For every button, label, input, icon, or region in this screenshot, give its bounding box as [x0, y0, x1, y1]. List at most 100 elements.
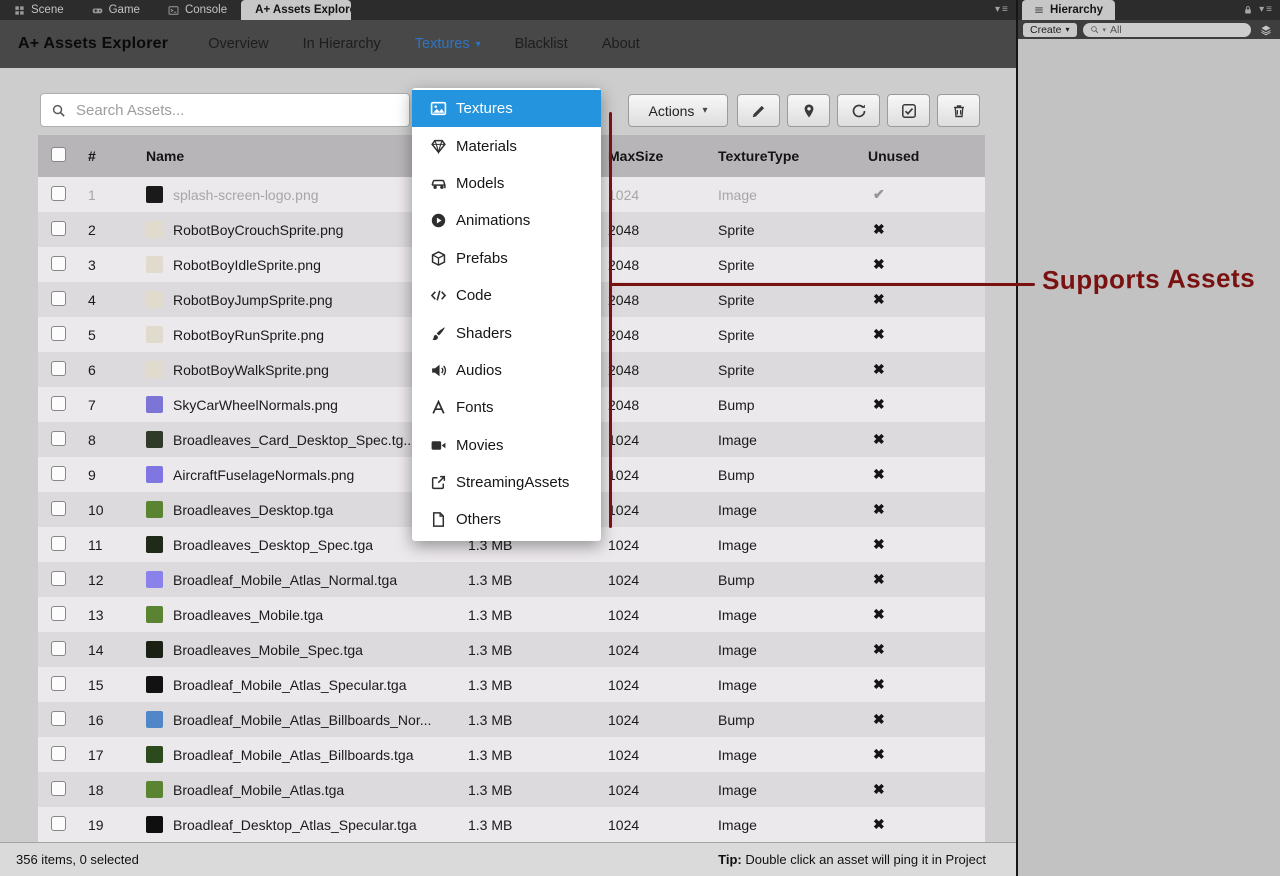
row-checkbox[interactable]	[51, 781, 66, 796]
brush-icon	[430, 325, 447, 342]
table-row[interactable]: 15Broadleaf_Mobile_Atlas_Specular.tga1.3…	[38, 667, 985, 702]
hierarchy-search[interactable]: ▾ All	[1083, 23, 1251, 37]
table-row[interactable]: 12Broadleaf_Mobile_Atlas_Normal.tga1.3 M…	[38, 562, 985, 597]
nav-in-hierarchy[interactable]: In Hierarchy	[303, 36, 381, 52]
asset-texture-type: Bump	[718, 467, 868, 483]
asset-maxsize: 1024	[608, 187, 718, 203]
pencil-button[interactable]	[737, 94, 780, 127]
row-index: 8	[80, 432, 146, 448]
row-checkbox[interactable]	[51, 221, 66, 236]
nav-blacklist[interactable]: Blacklist	[515, 36, 568, 52]
row-checkbox[interactable]	[51, 676, 66, 691]
row-index: 2	[80, 222, 146, 238]
row-checkbox[interactable]	[51, 746, 66, 761]
asset-texture-type: Bump	[718, 572, 868, 588]
trash-button[interactable]	[937, 94, 980, 127]
asset-name: SkyCarWheelNormals.png	[173, 397, 338, 413]
table-row[interactable]: 16Broadleaf_Mobile_Atlas_Billboards_Nor.…	[38, 702, 985, 737]
menu-item-prefabs[interactable]: Prefabs	[412, 240, 601, 277]
asset-name: RobotBoyCrouchSprite.png	[173, 222, 343, 238]
row-checkbox[interactable]	[51, 711, 66, 726]
refresh-button[interactable]	[837, 94, 880, 127]
row-checkbox[interactable]	[51, 326, 66, 341]
pin-button[interactable]	[787, 94, 830, 127]
asset-thumbnail	[146, 291, 163, 308]
actions-button[interactable]: Actions ▾	[628, 94, 728, 127]
menu-item-label: Models	[456, 175, 504, 192]
menu-item-label: Code	[456, 287, 492, 304]
row-checkbox[interactable]	[51, 291, 66, 306]
check-square-button[interactable]	[887, 94, 930, 127]
hierarchy-options-button[interactable]	[1257, 22, 1275, 37]
row-checkbox[interactable]	[51, 256, 66, 271]
asset-search[interactable]	[40, 93, 410, 127]
speaker-icon	[430, 362, 447, 379]
window-tab-label: A+ Assets Explorer	[255, 4, 351, 16]
menu-item-fonts[interactable]: Fonts	[412, 389, 601, 426]
panel-menu-icon[interactable]: ▾≡	[995, 4, 1010, 15]
row-checkbox[interactable]	[51, 501, 66, 516]
create-button[interactable]: Create ▾	[1023, 23, 1077, 37]
table-row[interactable]: 17Broadleaf_Mobile_Atlas_Billboards.tga1…	[38, 737, 985, 772]
row-checkbox[interactable]	[51, 816, 66, 831]
search-input[interactable]	[74, 101, 399, 120]
asset-thumbnail	[146, 571, 163, 588]
unused-cross-icon: ✖	[868, 466, 885, 482]
menu-item-materials[interactable]: Materials	[412, 127, 601, 164]
menu-item-shaders[interactable]: Shaders	[412, 314, 601, 351]
row-checkbox[interactable]	[51, 431, 66, 446]
menu-item-textures[interactable]: Textures	[412, 90, 601, 127]
unused-cross-icon: ✖	[868, 781, 885, 797]
col-header-maxsize[interactable]: MaxSize	[608, 148, 718, 164]
window-tab-console[interactable]: Console	[154, 0, 241, 20]
unused-cross-icon: ✖	[868, 361, 885, 377]
tab-hierarchy[interactable]: Hierarchy	[1022, 0, 1115, 20]
unused-cross-icon: ✖	[868, 396, 885, 412]
asset-texture-type: Bump	[718, 712, 868, 728]
menu-item-streamingassets[interactable]: StreamingAssets	[412, 464, 601, 501]
row-index: 5	[80, 327, 146, 343]
lock-icon[interactable]	[1243, 5, 1253, 15]
asset-maxsize: 1024	[608, 712, 718, 728]
menu-item-models[interactable]: Models	[412, 165, 601, 202]
row-checkbox[interactable]	[51, 641, 66, 656]
panel-menu-icon[interactable]: ▾≡	[1259, 4, 1274, 15]
menu-item-others[interactable]: Others	[412, 501, 601, 538]
nav-textures[interactable]: Textures▾	[415, 36, 481, 52]
table-row[interactable]: 14Broadleaves_Mobile_Spec.tga1.3 MB1024I…	[38, 632, 985, 667]
asset-thumbnail	[146, 606, 163, 623]
row-checkbox[interactable]	[51, 536, 66, 551]
select-all-checkbox[interactable]	[51, 147, 66, 162]
row-checkbox[interactable]	[51, 466, 66, 481]
menu-item-audios[interactable]: Audios	[412, 352, 601, 389]
trash-icon	[951, 103, 967, 119]
col-header-num[interactable]: #	[80, 148, 146, 164]
menu-item-label: Audios	[456, 362, 502, 379]
search-icon	[1090, 25, 1099, 34]
box-icon	[430, 250, 447, 267]
row-checkbox[interactable]	[51, 396, 66, 411]
row-checkbox[interactable]	[51, 361, 66, 376]
window-tab-label: Console	[185, 4, 227, 16]
table-row[interactable]: 18Broadleaf_Mobile_Atlas.tga1.3 MB1024Im…	[38, 772, 985, 807]
table-row[interactable]: 13Broadleaves_Mobile.tga1.3 MB1024Image✖	[38, 597, 985, 632]
menu-item-movies[interactable]: Movies	[412, 427, 601, 464]
menu-item-label: Shaders	[456, 325, 512, 342]
window-tab-a-assets-explorer[interactable]: A+ Assets Explorer	[241, 0, 351, 20]
menu-item-animations[interactable]: Animations	[412, 202, 601, 239]
nav-overview[interactable]: Overview	[208, 36, 268, 52]
window-tab-scene[interactable]: Scene	[0, 0, 78, 20]
menu-item-code[interactable]: Code	[412, 277, 601, 314]
row-index: 12	[80, 572, 146, 588]
row-checkbox[interactable]	[51, 186, 66, 201]
table-row[interactable]: 19Broadleaf_Desktop_Atlas_Specular.tga1.…	[38, 807, 985, 842]
col-header-unused[interactable]: Unused	[868, 148, 985, 164]
col-header-texturetype[interactable]: TextureType	[718, 148, 868, 164]
row-index: 19	[80, 817, 146, 833]
nav-about[interactable]: About	[602, 36, 640, 52]
unused-cross-icon: ✖	[868, 606, 885, 622]
code-icon	[430, 287, 447, 304]
row-checkbox[interactable]	[51, 571, 66, 586]
window-tab-game[interactable]: Game	[78, 0, 154, 20]
row-checkbox[interactable]	[51, 606, 66, 621]
